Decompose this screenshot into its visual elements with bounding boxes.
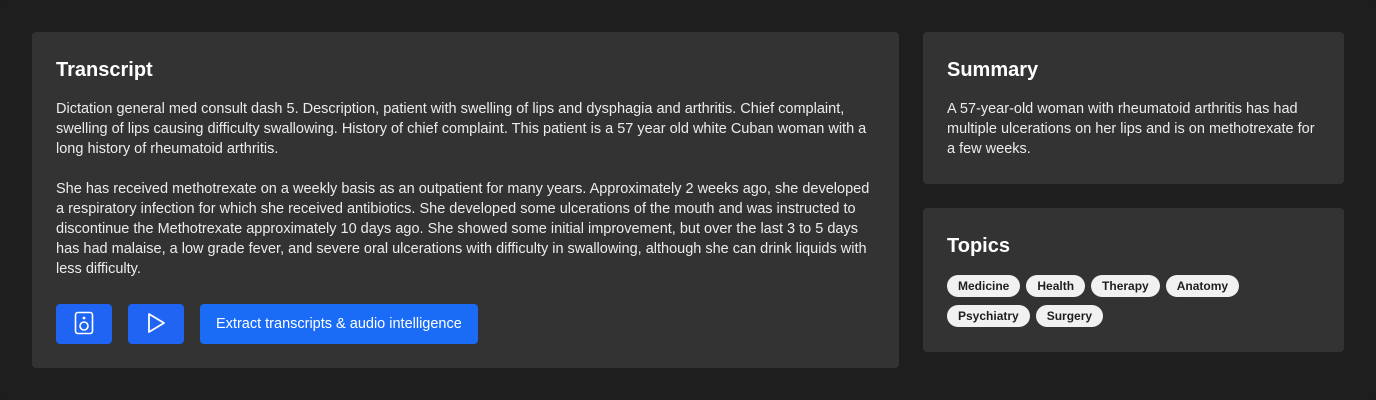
topic-chip-surgery[interactable]: Surgery <box>1035 305 1104 327</box>
topic-list: Medicine Health Therapy Anatomy Psychiat… <box>947 275 1277 327</box>
topic-chip-anatomy[interactable]: Anatomy <box>1165 275 1240 297</box>
topics-heading: Topics <box>947 235 1010 257</box>
play-button[interactable] <box>128 304 184 344</box>
speaker-icon <box>74 311 94 338</box>
transcript-card: Transcript Dictation general med consult… <box>32 32 899 368</box>
speaker-button[interactable] <box>56 304 112 344</box>
transcript-heading: Transcript <box>56 59 153 81</box>
transcript-paragraph-1: Dictation general med consult dash 5. De… <box>56 101 867 157</box>
topic-chip-medicine[interactable]: Medicine <box>947 275 1021 297</box>
extract-button[interactable]: Extract transcripts & audio intelligence <box>200 304 478 344</box>
topic-chip-health[interactable]: Health <box>1026 275 1086 297</box>
play-icon <box>146 312 166 337</box>
transcript-actions: Extract transcripts & audio intelligence <box>56 304 478 344</box>
transcript-paragraph-2: She has received methotrexate on a weekl… <box>56 181 870 277</box>
page: Transcript Dictation general med consult… <box>0 0 1376 400</box>
topic-chip-psychiatry[interactable]: Psychiatry <box>947 305 1030 327</box>
topic-chip-therapy[interactable]: Therapy <box>1091 275 1160 297</box>
summary-heading: Summary <box>947 59 1039 81</box>
summary-card: Summary A 57-year-old woman with rheumat… <box>923 32 1344 184</box>
summary-text: A 57-year-old woman with rheumatoid arth… <box>947 101 1315 157</box>
topics-card: Topics Medicine Health Therapy Anatomy P… <box>923 208 1344 352</box>
